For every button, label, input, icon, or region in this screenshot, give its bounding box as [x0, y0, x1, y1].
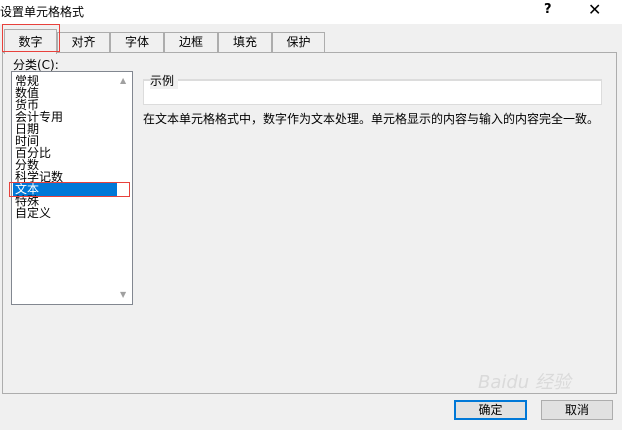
cancel-button[interactable]: 取消	[541, 400, 613, 420]
category-item-custom[interactable]: 自定义	[15, 207, 51, 220]
tab-font[interactable]: 字体	[110, 32, 164, 52]
sample-label: 示例	[150, 72, 179, 89]
format-cells-dialog: 设置单元格格式 ? ✕ 数字 对齐 字体 边框 填充 保护 分类(C): 常规 …	[0, 0, 622, 430]
help-icon[interactable]: ?	[544, 2, 552, 17]
scroll-down-icon[interactable]: ▼	[120, 290, 126, 299]
tab-fill[interactable]: 填充	[218, 32, 272, 52]
tab-border[interactable]: 边框	[164, 32, 218, 52]
sample-preview	[143, 80, 602, 105]
close-icon[interactable]: ✕	[588, 0, 601, 19]
ok-button[interactable]: 确定	[454, 400, 527, 420]
tab-protection[interactable]: 保护	[272, 32, 325, 52]
title-bar: 设置单元格格式 ? ✕	[0, 0, 622, 24]
scroll-up-icon[interactable]: ▲	[120, 76, 126, 85]
format-description: 在文本单元格格式中，数字作为文本处理。单元格显示的内容与输入的内容完全一致。	[143, 112, 600, 126]
category-scrollbar[interactable]: ▲ ▼	[117, 72, 132, 304]
tab-number[interactable]: 数字	[4, 29, 57, 54]
category-listbox[interactable]: 常规 数值 货币 会计专用 日期 时间 百分比 分数 科学记数 文本 特殊 自定…	[11, 71, 133, 305]
dialog-title: 设置单元格格式	[0, 5, 85, 19]
tab-alignment[interactable]: 对齐	[57, 32, 110, 52]
